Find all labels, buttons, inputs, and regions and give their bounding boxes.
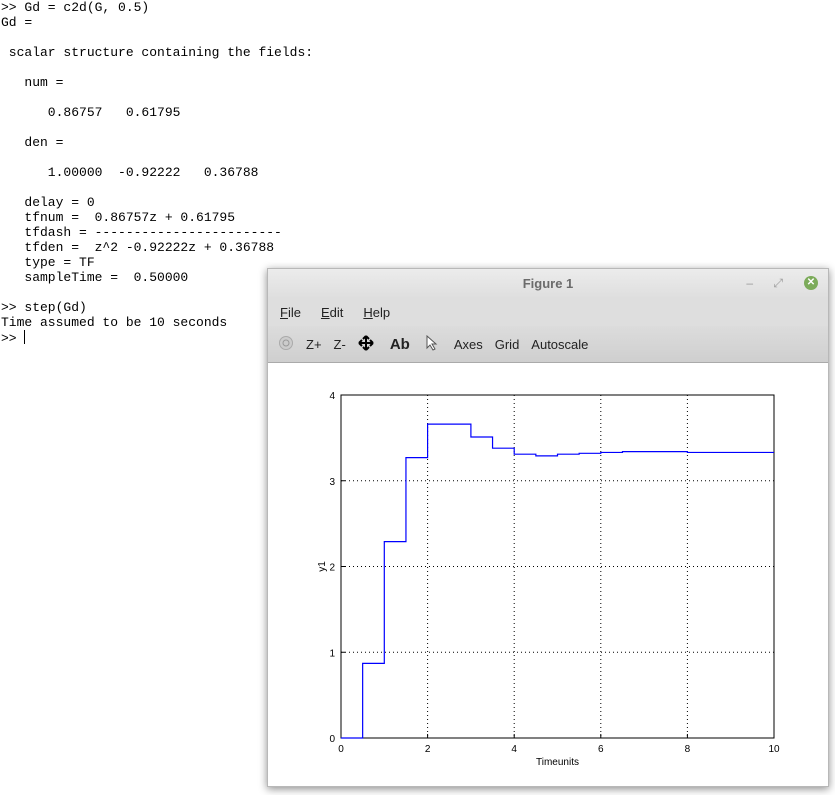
toolbar: Z+ Z- Ab Axes Grid Autoscale (268, 326, 828, 363)
terminal-line: 1.00000 -0.92222 0.36788 (47, 165, 259, 180)
menu-file-label: ile (287, 305, 301, 320)
zoom-out-button[interactable]: Z- (334, 337, 346, 352)
y-tick-label: 0 (329, 734, 335, 745)
y-tick-label: 4 (329, 391, 335, 402)
terminal-line: num = (24, 75, 64, 90)
rotate-icon[interactable] (278, 335, 294, 354)
text-cursor (24, 330, 26, 344)
terminal-line: >> step(Gd) (1, 300, 87, 315)
y-tick-label: 2 (329, 563, 335, 574)
terminal-line: Gd = (1, 15, 33, 30)
x-tick-label: 2 (425, 744, 431, 755)
terminal-line: delay = 0 (24, 195, 95, 210)
axes-button[interactable]: Axes (454, 337, 483, 352)
terminal-line: tfnum = 0.86757z + 0.61795 (24, 210, 236, 225)
zoom-in-button[interactable]: Z+ (306, 337, 322, 352)
title-bar[interactable]: Figure 1 – ⤢ ✕ (268, 269, 828, 299)
terminal-line: Time assumed to be 10 seconds (1, 315, 228, 330)
select-pointer-icon[interactable] (426, 334, 438, 354)
step-plot[interactable]: 0 2 4 6 8 10 0 1 2 3 4 Timeunits y1 (268, 363, 828, 786)
menu-edit-mnemonic: E (320, 305, 330, 320)
menu-file-mnemonic: F (280, 305, 288, 320)
menu-help[interactable]: Help (363, 305, 390, 320)
menu-file[interactable]: File (280, 305, 301, 320)
autoscale-button[interactable]: Autoscale (531, 337, 588, 352)
terminal-line: 0.86757 0.61795 (47, 105, 181, 120)
terminal-line: type = TF (24, 255, 95, 270)
window-title: Figure 1 (522, 276, 574, 291)
x-tick-label: 0 (338, 744, 344, 755)
pan-icon[interactable] (358, 334, 374, 354)
menu-edit-label: dit (329, 305, 344, 320)
terminal-line: den = (24, 135, 64, 150)
x-tick-label: 6 (598, 744, 604, 755)
menu-help-label: elp (372, 305, 391, 320)
terminal-line: >> Gd = c2d(G, 0.5) (1, 0, 150, 15)
terminal-line: scalar structure containing the fields: (8, 45, 314, 60)
y-tick-label: 1 (329, 648, 335, 659)
y-axis-label: y1 (317, 561, 328, 572)
terminal-line: tfdash = ------------------------ (24, 225, 282, 240)
minimize-button[interactable]: – (746, 276, 753, 290)
menu-edit[interactable]: Edit (321, 305, 343, 320)
x-tick-label: 10 (768, 744, 780, 755)
x-tick-label: 8 (685, 744, 691, 755)
terminal-line: sampleTime = 0.50000 (24, 270, 189, 285)
x-axis-label: Timeunits (536, 757, 579, 768)
restore-button[interactable]: ⤢ (773, 276, 783, 291)
menu-help-mnemonic: H (363, 305, 373, 320)
grid-button[interactable]: Grid (495, 337, 520, 352)
text-tool-button[interactable]: Ab (390, 336, 410, 353)
menu-bar: File Edit Help (268, 299, 828, 326)
figure-window: Figure 1 – ⤢ ✕ File Edit Help Z+ Z- Ab A… (267, 268, 829, 787)
y-tick-label: 3 (329, 477, 335, 488)
terminal-prompt: >> (1, 331, 25, 346)
close-button[interactable]: ✕ (804, 276, 818, 290)
x-tick-label: 4 (511, 744, 517, 755)
terminal-line: tfden = z^2 -0.92222z + 0.36788 (24, 240, 275, 255)
